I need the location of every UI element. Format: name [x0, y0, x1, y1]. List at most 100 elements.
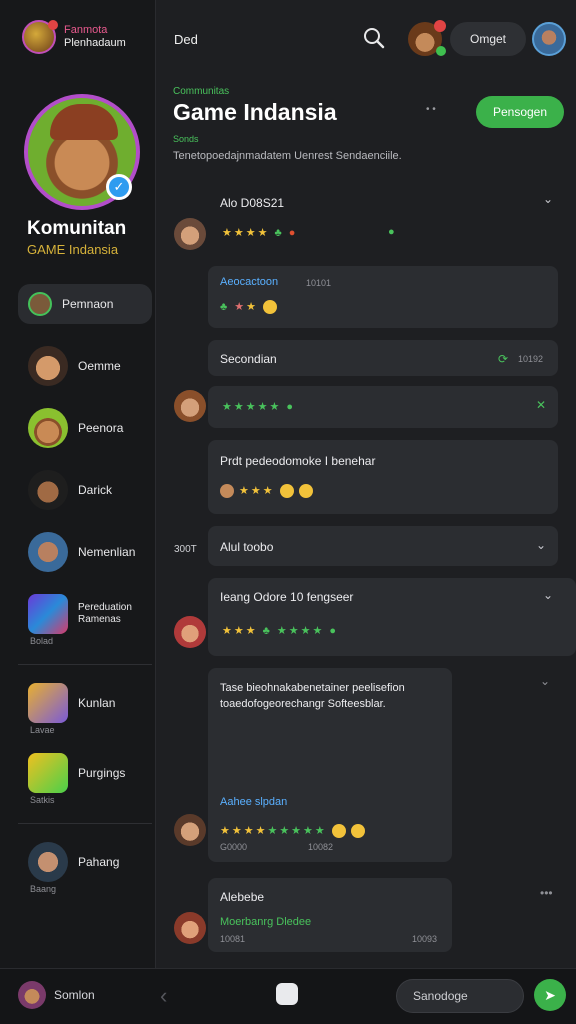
sidebar-item-label: Kunlan — [78, 696, 116, 710]
sidebar-item-0[interactable]: Pemnaon — [18, 284, 152, 324]
home-icon[interactable] — [276, 983, 298, 1005]
side-label: 300T — [174, 544, 197, 555]
post-card[interactable] — [208, 440, 558, 514]
hat-graphic — [50, 104, 118, 140]
sidebar-item-label: Pereduation Ramenas — [78, 602, 132, 625]
post-meta: G0000 — [220, 842, 248, 852]
chevron-down-icon[interactable]: ⌄ — [543, 588, 553, 602]
sidebar-item-4[interactable]: Nemenlian — [18, 532, 152, 572]
post-tag[interactable]: Aeocactoon — [220, 276, 278, 288]
divider — [18, 664, 152, 665]
avatar — [28, 346, 68, 386]
join-button[interactable]: Pensogen — [476, 96, 564, 128]
sidebar-item-sub: Baang — [30, 884, 57, 894]
sidebar-item-label: Pahang — [78, 855, 120, 869]
sidebar-item-8[interactable]: Pahang — [18, 842, 152, 882]
header-description: Tenetopoedajnmadatem Uenrest Sendaenciil… — [173, 150, 402, 162]
post-title: Ieang Odore 10 fengseer — [220, 590, 354, 604]
community-avatar[interactable]: ✓ — [24, 94, 140, 210]
post-meta: 10081 — [220, 934, 246, 944]
sidebar-nav: Pemnaon Oemme Peenora Darick Nemenlian P… — [18, 284, 152, 912]
chevron-left-icon[interactable]: ‹ — [160, 983, 167, 1009]
brand-line1: Fanmota — [64, 24, 108, 36]
sidebar-item-1[interactable]: Oemme — [18, 346, 152, 386]
sidebar-item-5[interactable]: Pereduation Ramenas — [18, 594, 152, 634]
post-text: Tase bieohnakabenetainer peelisefion — [220, 682, 405, 694]
row-title: Alo D08S21 — [220, 196, 285, 210]
post-meta: 10192 — [518, 354, 544, 364]
search-icon[interactable] — [362, 26, 386, 50]
sidebar-item-label: Pemnaon — [62, 297, 114, 311]
rating-stars: ★★★★★★★★★ — [220, 824, 365, 839]
post-tag[interactable]: Aahee slpdan — [220, 796, 287, 808]
post-text: Prdt pedeodomoke I benehar — [220, 454, 376, 468]
top-bar: Ded Omget — [156, 0, 576, 80]
rating-stars: ★★★★★ ● — [222, 401, 296, 413]
avatar — [28, 842, 68, 882]
reaction-row: ♣ ★★ — [220, 300, 278, 315]
avatar — [28, 753, 68, 793]
rating-stars: ★★★★ ♣ ● — [222, 227, 298, 239]
chevron-down-icon[interactable]: ⌄ — [536, 538, 546, 552]
avatar[interactable] — [174, 390, 206, 422]
sidebar-item-2[interactable]: Peenora — [18, 408, 152, 448]
chevron-down-icon[interactable]: ⌄ — [543, 192, 553, 206]
sidebar-item-sub: Lavae — [30, 725, 55, 735]
sidebar-item-6[interactable]: Kunlan — [18, 683, 152, 723]
community-title: Komunitan — [27, 218, 127, 239]
post-meta: 10101 — [306, 278, 332, 288]
post-subtitle: Moerbanrg Dledee — [220, 916, 312, 928]
avatar[interactable] — [174, 912, 206, 944]
post-meta: 10093 — [412, 934, 438, 944]
avatar — [28, 292, 52, 316]
header-small-label: Sonds — [173, 134, 199, 144]
message-input[interactable]: Sanodoge — [396, 979, 524, 1013]
more-dots-icon[interactable]: • • — [426, 104, 436, 115]
divider — [18, 823, 152, 824]
online-dot — [436, 46, 446, 56]
sidebar-item-label: Purgings — [78, 766, 126, 780]
notifications-avatar[interactable] — [408, 20, 446, 56]
online-dot: ● — [388, 226, 397, 238]
rating-stars: ★★★ — [220, 484, 313, 499]
notification-dot — [434, 20, 446, 32]
avatar[interactable] — [174, 616, 206, 648]
bottom-bar: Somlon ‹ Sanodoge ➤ — [0, 968, 576, 1024]
row-title: Secondian — [220, 352, 277, 366]
sidebar-item-label: Peenora — [78, 421, 124, 435]
sidebar-item-sub: Satkis — [30, 795, 55, 805]
brand-line2: Plenhadaum — [64, 37, 126, 49]
send-button[interactable]: ➤ — [534, 979, 566, 1011]
avatar[interactable] — [174, 814, 206, 846]
avatar — [28, 594, 68, 634]
post-text: toaedofogeorechangr Softeesblar. — [220, 698, 386, 710]
rating-stars: ★★★ ♣ ★★★★ ● — [222, 625, 339, 637]
brand[interactable]: Fanmota Plenhadaum — [22, 20, 126, 54]
omget-button[interactable]: Omget — [450, 22, 526, 56]
profile-avatar[interactable] — [532, 22, 566, 56]
sidebar-item-3[interactable]: Darick — [18, 470, 152, 510]
row-title: Alul toobo — [220, 540, 274, 554]
post-meta: 10082 — [308, 842, 334, 852]
sidebar-item-sub: Bolad — [30, 636, 54, 646]
topbar-title: Ded — [174, 32, 198, 47]
notification-dot — [48, 20, 58, 30]
avatar — [28, 408, 68, 448]
brand-logo — [22, 20, 58, 54]
post-title: Alebebe — [220, 890, 265, 904]
avatar — [28, 470, 68, 510]
avatar — [28, 532, 68, 572]
community-subtitle: GAME Indansia — [27, 242, 119, 257]
avatar[interactable] — [174, 218, 206, 250]
sidebar-item-7[interactable]: Purgings — [18, 753, 152, 793]
sidebar: Fanmota Plenhadaum ✓ Komunitan GAME Inda… — [0, 0, 156, 968]
sidebar-item-label: Oemme — [78, 359, 121, 373]
user-avatar[interactable] — [18, 981, 46, 1009]
sidebar-item-label: Darick — [78, 483, 113, 497]
refresh-icon[interactable]: ⟳ — [498, 352, 508, 366]
close-icon[interactable]: ✕ — [536, 398, 546, 412]
chevron-down-icon[interactable]: ⌄ — [540, 674, 550, 688]
username: Somlon — [54, 988, 95, 1002]
more-icon[interactable]: ••• — [540, 886, 553, 900]
sidebar-item-label: Nemenlian — [78, 545, 136, 559]
